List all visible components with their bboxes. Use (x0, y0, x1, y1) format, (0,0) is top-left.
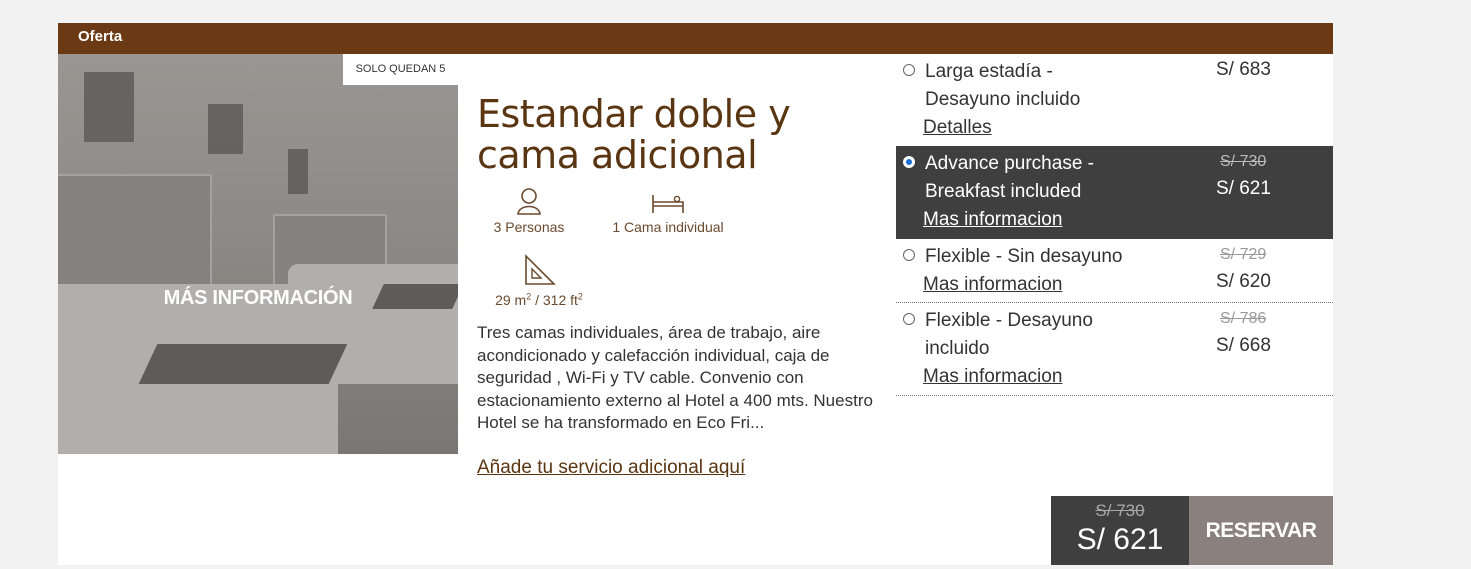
room-photo[interactable]: MÁS INFORMACIÓN (58, 54, 458, 454)
rate-price: S/ 620 (1216, 271, 1271, 292)
rate-radio[interactable] (903, 249, 915, 261)
bed-icon (598, 191, 738, 215)
rate-name: Flexible - Desayuno incluido (925, 310, 1093, 359)
rate-details-link[interactable]: Mas informacion (923, 208, 1062, 232)
amenity-area: 29 m2 / 312 ft2 (484, 253, 594, 308)
rate-option[interactable]: Advance purchase - Breakfast included Mas… (896, 146, 1333, 239)
room-description: Tres camas individuales, área de trabajo… (477, 323, 873, 432)
add-service-link[interactable]: Añade tu servicio adicional aquí (477, 457, 745, 479)
rate-option[interactable]: Larga estadía - Desayuno incluido Detalle… (896, 54, 1333, 146)
offer-header: Oferta (58, 23, 1333, 54)
rate-price: S/ 668 (1216, 335, 1271, 356)
offer-label: Oferta (78, 28, 123, 45)
rate-radio-selected[interactable] (903, 156, 915, 168)
area-label: 29 m2 / 312 ft2 (495, 291, 583, 308)
rate-radio[interactable] (903, 313, 915, 325)
amenity-persons: 3 Personas (484, 187, 574, 235)
rate-price: S/ 621 (1216, 178, 1271, 199)
set-square-icon (484, 253, 594, 287)
total-price: S/ 621 (1076, 523, 1164, 556)
rate-name: Advance purchase - Breakfast included (925, 153, 1094, 202)
rate-option[interactable]: Flexible - Desayuno incluido Mas informac… (896, 303, 1333, 396)
persons-label: 3 Personas (493, 219, 565, 235)
photo-more-info-link[interactable]: MÁS INFORMACIÓN (58, 287, 458, 310)
rate-details-link[interactable]: Mas informacion (923, 365, 1062, 389)
rate-details-link[interactable]: Detalles (923, 116, 992, 140)
rate-name: Flexible - Sin desayuno (925, 246, 1123, 267)
rate-old-price: S/ 730 (1220, 153, 1267, 170)
bed-label: 1 Cama individual (612, 219, 724, 235)
reserve-button[interactable]: RESERVAR (1189, 496, 1333, 565)
availability-badge: SOLO QUEDAN 5 (343, 54, 458, 85)
room-offer-card: Oferta MÁS INFORMACIÓN SOLO QUEDAN 5 Est… (58, 23, 1333, 565)
rate-radio[interactable] (903, 64, 915, 76)
rate-option[interactable]: Flexible - Sin desayuno Mas informacion … (896, 239, 1333, 303)
rate-details-link[interactable]: Mas informacion (923, 273, 1062, 297)
amenity-bed: 1 Cama individual (598, 191, 738, 235)
rate-price: S/ 683 (1216, 59, 1271, 80)
room-title: Estandar doble y cama adicional (477, 92, 791, 177)
rate-old-price: S/ 729 (1220, 246, 1267, 263)
person-icon (484, 187, 574, 215)
rate-name: Larga estadía - Desayuno incluido (925, 61, 1081, 110)
rate-old-price: S/ 786 (1220, 310, 1267, 327)
total-old-price: S/ 730 (1095, 501, 1145, 520)
total-price-box: S/ 730 S/ 621 (1051, 496, 1189, 565)
